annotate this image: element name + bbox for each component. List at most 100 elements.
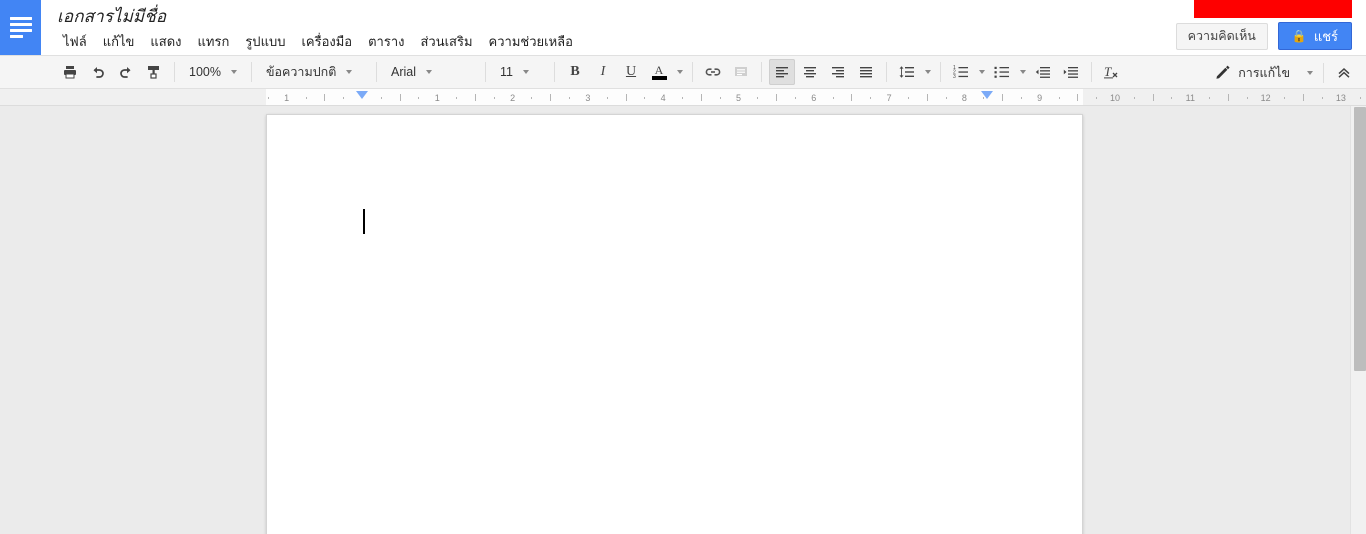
left-indent-marker[interactable]	[356, 91, 368, 99]
ruler-minor-tick	[418, 97, 420, 99]
ruler-minor-tick	[1246, 97, 1248, 99]
ruler-minor-tick	[644, 97, 646, 99]
ruler-minor-tick	[719, 97, 721, 99]
ruler-minor-tick	[700, 94, 702, 101]
ruler-tick: 6	[811, 93, 817, 103]
ruler-tick: 10	[1109, 93, 1121, 103]
ruler-minor-tick	[945, 97, 947, 99]
ruler-minor-tick	[1209, 97, 1211, 99]
vertical-scrollbar[interactable]	[1350, 106, 1366, 534]
vertical-scroll-thumb[interactable]	[1354, 107, 1366, 371]
numbered-list-icon[interactable]: 123	[948, 59, 974, 85]
link-icon[interactable]	[700, 59, 726, 85]
lock-icon: 🔒	[1291, 29, 1307, 43]
ruler-minor-tick	[682, 97, 684, 99]
text-cursor	[363, 209, 365, 234]
toolbar-right-group: การแก้ไข	[1209, 56, 1358, 90]
docs-home-button[interactable]	[0, 0, 41, 55]
zoom-select[interactable]: 100%	[181, 59, 245, 85]
comments-button[interactable]: ความคิดเห็น	[1175, 22, 1268, 50]
paragraph-style-select[interactable]: ข้อความปกติ	[258, 59, 370, 85]
share-button[interactable]: 🔒 แชร์	[1277, 22, 1352, 50]
svg-text:3: 3	[953, 74, 956, 80]
ruler-minor-tick	[776, 94, 778, 101]
chevron-down-icon	[1307, 71, 1313, 75]
menu-item-format[interactable]: รูปแบบ	[237, 29, 293, 54]
document-canvas[interactable]	[0, 106, 1366, 534]
line-spacing-dropdown[interactable]	[921, 59, 934, 85]
ruler-minor-tick	[1303, 94, 1305, 101]
ruler-ticks: 1 1 2 3 4 5 6 7 8 9 10 11 12 13	[0, 89, 1366, 105]
right-indent-marker[interactable]	[981, 91, 993, 99]
formatting-toolbar: 100% ข้อความปกติ Arial 11 B I U A 1 2 3 …	[0, 55, 1366, 89]
bulleted-list-dropdown[interactable]	[1016, 59, 1029, 85]
decrease-indent-icon[interactable]	[1030, 59, 1056, 85]
numbered-list-dropdown[interactable]	[975, 59, 988, 85]
text-color-button[interactable]: A	[646, 59, 672, 85]
font-size-select[interactable]: 11	[492, 59, 548, 85]
bold-button[interactable]: B	[562, 59, 588, 85]
font-family-value: Arial	[391, 65, 417, 79]
ruler-minor-tick	[757, 97, 759, 99]
menu-item-addons[interactable]: ส่วนเสริม	[412, 29, 480, 54]
align-center-icon[interactable]	[797, 59, 823, 85]
chevron-down-icon	[230, 70, 237, 74]
ruler-minor-tick	[907, 97, 909, 99]
ruler-minor-tick	[305, 97, 307, 99]
text-color-label: A	[654, 62, 664, 77]
editing-mode-value: การแก้ไข	[1238, 66, 1290, 80]
print-icon[interactable]	[57, 59, 83, 85]
ruler[interactable]: 1 1 2 3 4 5 6 7 8 9 10 11 12 13	[0, 89, 1366, 106]
menu-item-file[interactable]: ไฟล์	[55, 29, 95, 54]
chevron-double-up-icon[interactable]	[1331, 60, 1357, 86]
menu-item-view[interactable]: แสดง	[142, 29, 189, 54]
align-justify-icon[interactable]	[853, 59, 879, 85]
document-page[interactable]	[266, 114, 1083, 534]
clear-formatting-icon[interactable]: T	[1099, 59, 1125, 85]
menu-bar: ไฟล์ แก้ไข แสดง แทรก รูปแบบ เครื่องมือ ต…	[55, 29, 581, 54]
bold-label: B	[570, 64, 580, 79]
align-left-icon[interactable]	[769, 59, 795, 85]
underline-button[interactable]: U	[618, 59, 644, 85]
menu-item-edit[interactable]: แก้ไข	[95, 29, 143, 54]
ruler-tick: 9	[1037, 93, 1043, 103]
ruler-minor-tick	[1002, 94, 1004, 101]
chevron-down-icon	[676, 70, 683, 74]
ruler-minor-tick	[1322, 97, 1324, 99]
ruler-tick: 1	[434, 93, 440, 103]
ruler-tick: 7	[886, 93, 892, 103]
svg-text:T: T	[1104, 64, 1112, 79]
menu-item-tools[interactable]: เครื่องมือ	[293, 29, 360, 54]
ruler-minor-tick	[267, 97, 269, 99]
menu-item-insert[interactable]: แทรก	[190, 29, 238, 54]
document-title[interactable]: เอกสารไม่มีชื่อ	[57, 3, 166, 30]
menu-item-help[interactable]: ความช่วยเหลือ	[481, 29, 581, 54]
share-button-label: แชร์	[1313, 28, 1338, 44]
docs-logo-icon	[9, 17, 32, 38]
ruler-tick: 8	[961, 93, 967, 103]
add-comment-icon	[728, 59, 754, 85]
align-right-icon[interactable]	[825, 59, 851, 85]
google-docs-window: เอกสารไม่มีชื่อ ไฟล์ แก้ไข แสดง แทรก รูป…	[0, 0, 1366, 534]
ruler-tick: 12	[1260, 93, 1271, 103]
ruler-minor-tick	[550, 94, 552, 101]
menu-item-table[interactable]: ตาราง	[360, 29, 412, 54]
redo-icon[interactable]	[113, 59, 139, 85]
pencil-icon	[1215, 64, 1231, 83]
chevron-down-icon	[346, 70, 353, 74]
paint-format-icon[interactable]	[141, 59, 167, 85]
editing-mode-button[interactable]: การแก้ไข	[1209, 60, 1317, 86]
line-spacing-icon[interactable]	[894, 59, 920, 85]
undo-icon[interactable]	[85, 59, 111, 85]
font-size-value: 11	[500, 65, 513, 79]
chevron-down-icon	[924, 70, 931, 74]
ruler-tick: 1	[284, 93, 290, 103]
italic-button[interactable]: I	[590, 59, 616, 85]
font-family-select[interactable]: Arial	[383, 59, 479, 85]
text-color-dropdown[interactable]	[673, 59, 686, 85]
header-actions: ความคิดเห็น 🔒 แชร์	[1175, 22, 1352, 50]
increase-indent-icon[interactable]	[1058, 59, 1084, 85]
redaction-block	[1194, 0, 1352, 18]
bulleted-list-icon[interactable]	[989, 59, 1015, 85]
ruler-minor-tick	[1227, 94, 1229, 101]
